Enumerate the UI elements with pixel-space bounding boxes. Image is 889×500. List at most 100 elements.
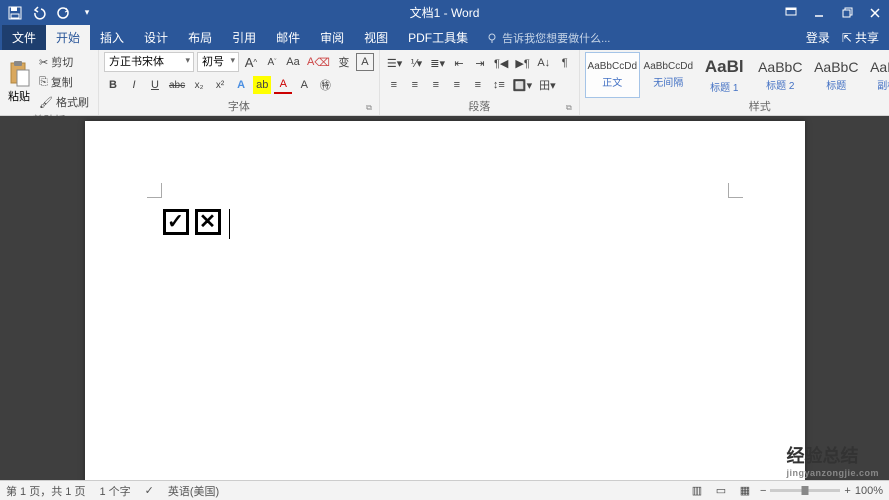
- word-count[interactable]: 1 个字: [99, 483, 130, 499]
- line-spacing-button[interactable]: ↕≡: [490, 76, 508, 94]
- align-distribute-button[interactable]: ≡: [469, 76, 487, 94]
- rtl-button[interactable]: ▶¶: [513, 54, 531, 72]
- web-layout-button[interactable]: ▦: [736, 482, 754, 500]
- signin-link[interactable]: 登录: [806, 29, 830, 46]
- status-bar: 第 1 页，共 1 页 1 个字 ✓ 英语(美国) ▥ ▭ ▦ − + 100%: [0, 480, 889, 500]
- char-border-button[interactable]: A: [356, 53, 374, 71]
- enclose-char-button[interactable]: ㊕: [316, 76, 334, 94]
- spell-check-status[interactable]: ✓: [145, 484, 154, 497]
- print-layout-button[interactable]: ▭: [712, 482, 730, 500]
- superscript-button[interactable]: x²: [211, 76, 229, 94]
- grow-font-button[interactable]: A^: [242, 53, 260, 71]
- undo-button[interactable]: [28, 2, 50, 24]
- language-status[interactable]: 英语(美国): [168, 483, 219, 499]
- zoom-control: − + 100%: [760, 485, 883, 497]
- tab-home[interactable]: 开始: [46, 25, 90, 50]
- numbering-button[interactable]: ⅟▾: [407, 54, 425, 72]
- italic-button[interactable]: I: [125, 76, 143, 94]
- align-justify-button[interactable]: ≡: [448, 76, 466, 94]
- window-buttons: [777, 0, 889, 25]
- clear-format-button[interactable]: A⌫: [305, 53, 332, 71]
- watermark: 经验总结 jingyanzongjie.com: [786, 442, 879, 478]
- document-page[interactable]: ✓ ✕: [85, 121, 805, 480]
- zoom-in-button[interactable]: +: [844, 485, 850, 497]
- subscript-button[interactable]: x₂: [190, 76, 208, 94]
- paragraph-label: 段落⧉: [385, 98, 574, 115]
- document-content[interactable]: ✓ ✕: [163, 209, 230, 239]
- window-title: 文档1 - Word: [410, 4, 480, 21]
- tab-view[interactable]: 视图: [354, 25, 398, 50]
- ltr-button[interactable]: ¶◀: [492, 54, 510, 72]
- paragraph-launcher[interactable]: ⧉: [566, 103, 572, 113]
- decrease-indent-button[interactable]: ⇤: [450, 54, 468, 72]
- phonetic-guide-button[interactable]: 变: [335, 53, 353, 71]
- char-shading-button[interactable]: A: [295, 76, 313, 94]
- cut-button[interactable]: ✂剪切: [35, 52, 93, 72]
- bullets-button[interactable]: ☰▾: [385, 54, 404, 72]
- shading-button[interactable]: 🔲▾: [511, 76, 534, 94]
- zoom-slider[interactable]: [770, 489, 840, 492]
- font-launcher[interactable]: ⧉: [366, 103, 372, 113]
- checkbox-checked-symbol: ✓: [163, 209, 189, 235]
- change-case-button[interactable]: Aa: [284, 53, 302, 71]
- restore-button[interactable]: [833, 0, 861, 25]
- brush-icon: 🖌: [39, 96, 53, 109]
- save-button[interactable]: [4, 2, 26, 24]
- text-cursor: [229, 209, 230, 239]
- tell-me-placeholder: 告诉我您想要做什么...: [502, 30, 610, 46]
- tab-layout[interactable]: 布局: [178, 25, 222, 50]
- share-button[interactable]: ⇱共享: [842, 29, 879, 46]
- tab-references[interactable]: 引用: [222, 25, 266, 50]
- tab-review[interactable]: 审阅: [310, 25, 354, 50]
- tab-design[interactable]: 设计: [134, 25, 178, 50]
- increase-indent-button[interactable]: ⇥: [471, 54, 489, 72]
- strike-button[interactable]: abc: [167, 76, 187, 94]
- style-heading1[interactable]: AaBl标题 1: [697, 52, 752, 98]
- sort-button[interactable]: A↓: [535, 54, 553, 72]
- style-normal[interactable]: AaBbCcDd正文: [585, 52, 640, 98]
- font-size-select[interactable]: 初号: [197, 52, 239, 72]
- underline-button[interactable]: U: [146, 76, 164, 94]
- bold-button[interactable]: B: [104, 76, 122, 94]
- borders-button[interactable]: 田▾: [537, 76, 558, 94]
- multilevel-button[interactable]: ≣▾: [428, 54, 447, 72]
- highlight-button[interactable]: ab: [253, 76, 271, 94]
- tab-file[interactable]: 文件: [2, 25, 46, 50]
- format-painter-button[interactable]: 🖌格式刷: [35, 92, 93, 112]
- style-heading2[interactable]: AaBbC标题 2: [753, 52, 808, 98]
- page-count[interactable]: 第 1 页，共 1 页: [6, 483, 85, 499]
- align-center-button[interactable]: ≡: [406, 76, 424, 94]
- close-button[interactable]: [861, 0, 889, 25]
- font-color-button[interactable]: A: [274, 76, 292, 94]
- zoom-value[interactable]: 100%: [855, 485, 883, 497]
- ribbon: 粘贴 ✂剪切 ⎘复制 🖌格式刷 剪贴板⧉ 方正书宋体 初号 A^ Aˇ Aa A…: [0, 50, 889, 116]
- text-effects-button[interactable]: A: [232, 76, 250, 94]
- shrink-font-button[interactable]: Aˇ: [263, 53, 281, 71]
- read-mode-button[interactable]: ▥: [688, 482, 706, 500]
- tab-mailings[interactable]: 邮件: [266, 25, 310, 50]
- tab-insert[interactable]: 插入: [90, 25, 134, 50]
- tab-pdf[interactable]: PDF工具集: [398, 25, 478, 50]
- font-label: 字体⧉: [104, 98, 374, 115]
- minimize-button[interactable]: [805, 0, 833, 25]
- styles-gallery[interactable]: AaBbCcDd正文 AaBbCcDd无间隔 AaBl标题 1 AaBbC标题 …: [585, 52, 889, 98]
- checkbox-cross-symbol: ✕: [195, 209, 221, 235]
- ribbon-options-button[interactable]: [777, 0, 805, 25]
- style-nospacing[interactable]: AaBbCcDd无间隔: [641, 52, 696, 98]
- style-subtitle[interactable]: AaBbC副标题: [865, 52, 889, 98]
- group-font: 方正书宋体 初号 A^ Aˇ Aa A⌫ 变 A B I U abc x₂ x²…: [99, 50, 380, 115]
- paste-button[interactable]: 粘贴: [5, 52, 33, 112]
- tell-me-search[interactable]: 告诉我您想要做什么...: [478, 25, 796, 50]
- font-name-select[interactable]: 方正书宋体: [104, 52, 194, 72]
- style-title[interactable]: AaBbC标题: [809, 52, 864, 98]
- redo-button[interactable]: [52, 2, 74, 24]
- show-marks-button[interactable]: ¶: [556, 54, 574, 72]
- zoom-out-button[interactable]: −: [760, 485, 766, 497]
- align-right-button[interactable]: ≡: [427, 76, 445, 94]
- quick-access-toolbar: ▾: [0, 2, 102, 24]
- lightbulb-icon: [486, 32, 498, 44]
- styles-label: 样式⧉: [585, 98, 889, 115]
- align-left-button[interactable]: ≡: [385, 76, 403, 94]
- qat-customize[interactable]: ▾: [76, 2, 98, 24]
- copy-button[interactable]: ⎘复制: [35, 72, 93, 92]
